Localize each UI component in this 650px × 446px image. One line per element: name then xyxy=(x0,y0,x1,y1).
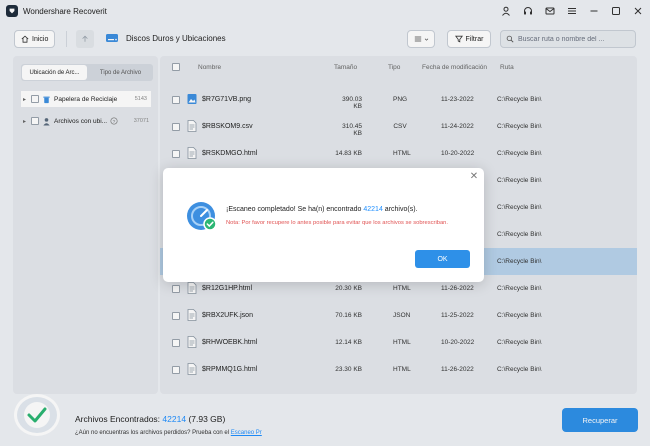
close-icon[interactable]: ✕ xyxy=(469,172,479,182)
dialog-title-suffix: archivo(s). xyxy=(384,206,418,213)
ok-button[interactable]: OK xyxy=(415,250,470,268)
dialog-count: 42214 xyxy=(363,206,383,213)
scan-complete-dialog: ✕ ¡Escaneo completado! Se ha(n) encontra… xyxy=(163,168,484,282)
dialog-note: Nota: Por favor recupere lo antes posibl… xyxy=(226,220,449,226)
scan-success-icon xyxy=(187,202,217,231)
dialog-title-prefix: ¡Escaneo completado! Se ha(n) encontrado xyxy=(226,206,362,213)
dialog-title: ¡Escaneo completado! Se ha(n) encontrado… xyxy=(226,206,417,213)
app-window: Wondershare Recoverit Inicio Discos Duro… xyxy=(0,0,650,446)
